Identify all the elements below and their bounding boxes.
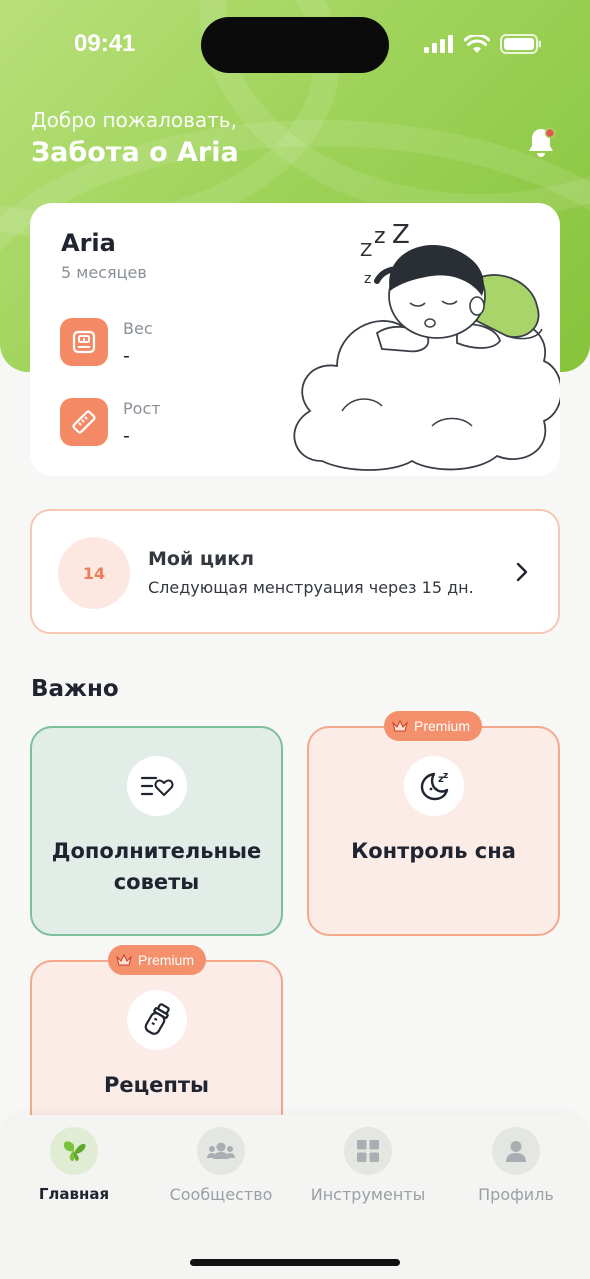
chevron-right-icon [516, 562, 528, 582]
list-heart-icon [126, 756, 187, 816]
wifi-icon [464, 34, 490, 53]
section-title-important: Важно [31, 676, 119, 702]
dynamic-island [201, 17, 389, 73]
premium-badge: Premium [108, 945, 207, 975]
welcome-text: Добро пожаловать, [31, 108, 237, 132]
community-icon [197, 1127, 245, 1175]
grid-icon [344, 1127, 392, 1175]
status-time: 09:41 [74, 30, 136, 57]
tab-tools[interactable]: Инструменты [298, 1127, 438, 1204]
moon-sleep-icon: z z [403, 756, 464, 816]
cycle-subtitle: Следующая менструация через 15 дн. [148, 578, 474, 597]
tile-additional-tips[interactable]: Дополнительные советы [30, 726, 283, 936]
tab-label: Сообщество [169, 1185, 273, 1204]
cycle-day-badge: 14 [58, 537, 130, 609]
user-icon [492, 1127, 540, 1175]
baby-bottle-icon [126, 990, 187, 1050]
notification-bell-icon[interactable] [526, 126, 556, 160]
weight-value: - [123, 345, 130, 367]
tile-label: Дополнительные советы [51, 839, 262, 894]
status-icons [424, 34, 542, 54]
premium-label: Premium [414, 718, 471, 734]
height-label: Рост [123, 399, 161, 418]
scale-icon [60, 318, 108, 366]
ruler-icon [60, 398, 108, 446]
child-card[interactable]: Aria 5 месяцев Вес - Рост - Z z Z z [30, 203, 560, 476]
cycle-title: Мой цикл [148, 548, 255, 570]
svg-text:Z: Z [392, 220, 410, 250]
premium-label: Premium [138, 952, 195, 968]
home-indicator [190, 1259, 400, 1266]
sleeping-baby-illustration: Z z Z z [293, 220, 560, 471]
weight-label: Вес [123, 319, 153, 338]
tile-sleep-control[interactable]: z z Контроль сна [307, 726, 560, 936]
tab-label: Главная [38, 1185, 110, 1203]
premium-badge: Premium [384, 711, 483, 741]
status-bar: 09:41 [0, 17, 590, 73]
cycle-card[interactable]: 14 Мой цикл Следующая менструация через … [30, 509, 560, 634]
bottom-tab-bar: Главная Сообщество Инструменты Профиль [0, 1115, 590, 1279]
battery-icon [500, 34, 541, 54]
svg-text:z: z [364, 271, 371, 287]
svg-text:z: z [443, 771, 448, 781]
tab-label: Инструменты [310, 1185, 426, 1204]
signal-icon [424, 35, 453, 53]
svg-text:Z: Z [360, 240, 372, 261]
tile-label: Рецепты [103, 1073, 210, 1097]
tab-profile[interactable]: Профиль [446, 1127, 586, 1204]
child-name: Aria [61, 229, 116, 257]
tab-community[interactable]: Сообщество [151, 1127, 291, 1204]
crown-icon [392, 719, 408, 732]
crown-icon [116, 953, 132, 966]
tab-home[interactable]: Главная [4, 1127, 144, 1203]
butterfly-icon [50, 1127, 98, 1175]
tile-label: Контроль сна [351, 839, 516, 863]
page-title: Забота о Aria [31, 137, 239, 168]
tab-label: Профиль [478, 1185, 554, 1204]
svg-text:z: z [374, 224, 386, 249]
child-age: 5 месяцев [61, 263, 147, 282]
height-value: - [123, 425, 130, 447]
